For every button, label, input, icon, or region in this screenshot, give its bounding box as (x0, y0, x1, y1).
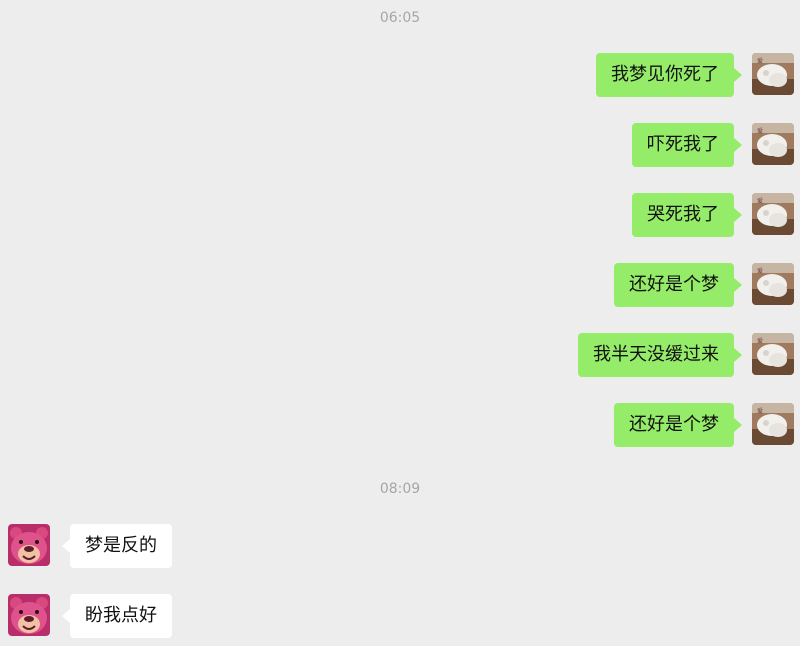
message-row-outgoing: 哭死我了 爱 (6, 193, 794, 239)
message-bubble-outgoing[interactable]: 我半天没缓过来 (578, 333, 742, 377)
cat-avatar-icon[interactable]: 爱 (752, 263, 794, 305)
cat-avatar-icon[interactable]: 爱 (752, 193, 794, 235)
message-row-outgoing: 我梦见你死了 爱 (6, 53, 794, 99)
cat-avatar-icon[interactable]: 爱 (752, 123, 794, 165)
cat-avatar-icon[interactable]: 爱 (752, 53, 794, 95)
message-row-outgoing: 吓死我了 爱 (6, 123, 794, 169)
message-row-outgoing: 我半天没缓过来 爱 (6, 333, 794, 379)
message-bubble-outgoing[interactable]: 还好是个梦 (614, 263, 742, 307)
chat-window: 06:05 我梦见你死了 爱 吓死我了 爱 哭死我了 爱 还好是个梦 爱 我半天… (0, 0, 800, 646)
message-bubble-incoming[interactable]: 梦是反的 (62, 524, 172, 568)
bear-avatar-icon[interactable] (8, 524, 50, 566)
cat-avatar-icon[interactable]: 爱 (752, 333, 794, 375)
svg-text:爱: 爱 (757, 57, 763, 65)
message-row-incoming: 梦是反的 (8, 524, 308, 570)
cat-avatar-icon[interactable]: 爱 (752, 403, 794, 445)
message-bubble-outgoing[interactable]: 哭死我了 (632, 193, 742, 237)
message-bubble-outgoing[interactable]: 还好是个梦 (614, 403, 742, 447)
message-bubble-outgoing[interactable]: 我梦见你死了 (596, 53, 742, 97)
message-row-outgoing: 还好是个梦 爱 (6, 403, 794, 449)
svg-text:爱: 爱 (757, 267, 763, 275)
message-bubble-outgoing[interactable]: 吓死我了 (632, 123, 742, 167)
svg-text:爱: 爱 (757, 127, 763, 135)
message-bubble-incoming[interactable]: 盼我点好 (62, 594, 172, 638)
timestamp: 08:09 (379, 481, 421, 497)
svg-text:爱: 爱 (757, 337, 763, 345)
svg-text:爱: 爱 (757, 197, 763, 205)
bear-avatar-icon[interactable] (8, 594, 50, 636)
svg-text:爱: 爱 (757, 407, 763, 415)
message-row-outgoing: 还好是个梦 爱 (6, 263, 794, 309)
message-row-incoming: 盼我点好 (8, 594, 308, 640)
timestamp: 06:05 (379, 10, 421, 26)
